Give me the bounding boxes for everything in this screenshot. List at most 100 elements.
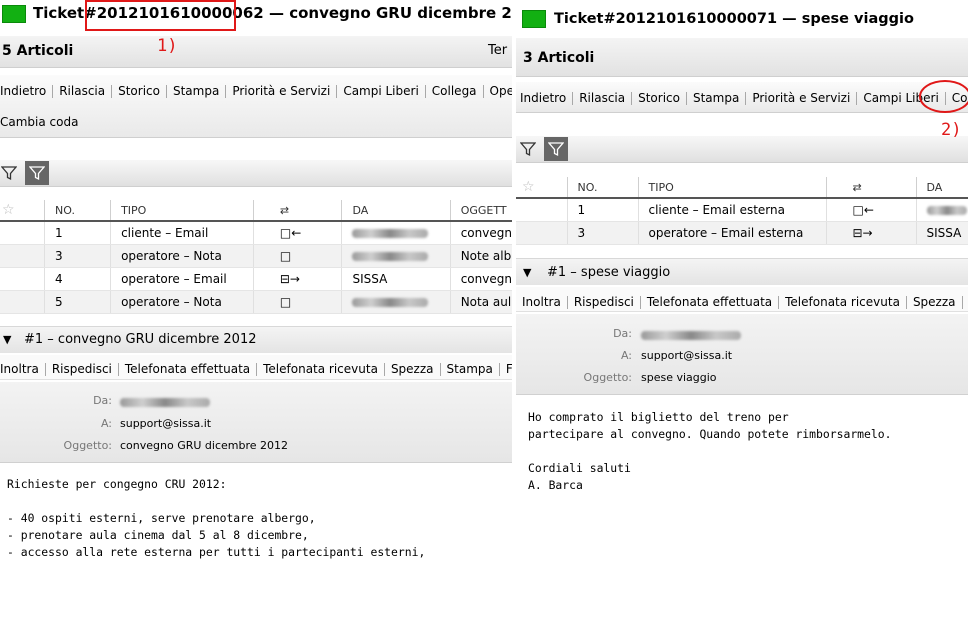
highlight-ellipse: [919, 80, 968, 113]
article-title: #1 – spese viaggio: [547, 265, 671, 280]
article-header[interactable]: ▼ #1 – convegno GRU dicembre 2012: [0, 326, 512, 353]
title-separator: —: [782, 11, 797, 27]
row-da: [341, 221, 451, 245]
ticket-subject: spese viaggio: [801, 11, 914, 27]
menu-item-operator[interactable]: Operator: [484, 85, 512, 98]
menu-item-rilascia[interactable]: Rilascia: [573, 92, 633, 105]
meta-da-label: Da:: [93, 394, 112, 407]
redacted-sender: [352, 252, 429, 261]
row-star: [0, 221, 45, 245]
article-menu-item-telefonata-ricevuta[interactable]: Telefonata ricevuta: [257, 363, 385, 376]
star-column-header[interactable]: ☆: [516, 177, 567, 199]
table-row[interactable]: 3 operatore – Email esterna ⊟→ SISSA: [516, 221, 968, 245]
filter-icon[interactable]: [0, 161, 21, 185]
menu-item-cambia-coda[interactable]: Cambia coda: [0, 115, 78, 129]
article-menu-item-inoltra[interactable]: Inoltra: [0, 363, 46, 376]
menu-item-campi-liberi[interactable]: Campi Liberi: [337, 85, 426, 98]
row-oggetto: Nota aul: [449, 290, 512, 314]
row-tipo: operatore – Email esterna: [637, 221, 826, 245]
ticket-title-prefix: Ticket#: [554, 11, 616, 27]
filter-active-icon[interactable]: [25, 161, 49, 185]
col-no-header[interactable]: NO.: [566, 177, 638, 199]
collapse-triangle-icon[interactable]: ▼: [523, 266, 531, 279]
row-no: 1: [44, 221, 111, 245]
meta-a-value: support@sissa.it: [641, 349, 733, 362]
col-oggetto-header[interactable]: OGGETT: [449, 200, 512, 222]
meta-a-value: support@sissa.it: [120, 417, 212, 430]
row-tipo: operatore – Nota: [110, 290, 254, 314]
article-menu: Inoltra Rispedisci Telefonata effettuata Te…: [0, 362, 512, 376]
star-column-header[interactable]: ☆: [0, 200, 45, 222]
col-no-header[interactable]: NO.: [44, 200, 111, 222]
meta-a-label: A:: [100, 417, 112, 430]
article-menu-item-rispedisci[interactable]: Rispedisci: [568, 296, 641, 309]
table-row[interactable]: 5 operatore – Nota □ Nota aul: [0, 290, 512, 314]
table-row[interactable]: 3 operatore – Nota □ Note alb: [0, 244, 512, 268]
article-menu-item-telefonata-effettuata[interactable]: Telefonata effettuata: [119, 363, 258, 376]
article-menu-item-stam[interactable]: Stam: [963, 296, 968, 309]
row-direction-icon: □: [252, 244, 342, 268]
row-da: [915, 198, 968, 222]
row-no: 1: [566, 198, 638, 222]
col-da-header[interactable]: DA: [341, 200, 451, 222]
ticket-menu: Indietro Rilascia Storico Stampa Priorità e …: [0, 84, 512, 98]
menu-item-indietro[interactable]: Indietro: [516, 92, 574, 105]
article-menu-bar: Inoltra Rispedisci Telefonata effettuata Te…: [516, 287, 968, 312]
ticket-menu-bar: Indietro Rilascia Storico Stampa Priorità e …: [516, 82, 968, 113]
table-row[interactable]: 4 operatore – Email ⊟→ SISSA convegn: [0, 267, 512, 291]
article-body: Ho comprato il biglietto del treno per p…: [528, 410, 892, 492]
row-tipo: operatore – Nota: [110, 244, 254, 268]
article-menu-item-spezza[interactable]: Spezza: [385, 363, 441, 376]
menu-item-stampa[interactable]: Stampa: [687, 92, 747, 105]
article-menu-item-inoltra[interactable]: Inoltra: [516, 296, 568, 309]
article-meta: Da: A: support@sissa.it Oggetto: spese v…: [516, 314, 968, 395]
menu-item-stampa[interactable]: Stampa: [167, 85, 227, 98]
meta-oggetto-value: spese viaggio: [641, 371, 717, 384]
meta-da-value: [641, 328, 741, 341]
article-menu-item-telefonata-effettuata[interactable]: Telefonata effettuata: [641, 296, 780, 309]
article-meta: Da: A: support@sissa.it Oggetto: convegn…: [0, 382, 512, 463]
article-title: #1 – convegno GRU dicembre 2012: [24, 332, 257, 347]
meta-oggetto-value: convegno GRU dicembre 2012: [120, 439, 289, 452]
col-tipo-header[interactable]: TIPO: [110, 200, 254, 222]
row-star: [516, 198, 567, 222]
menu-item-priorità-e-servizi[interactable]: Priorità e Servizi: [226, 85, 338, 98]
menu-item-storico[interactable]: Storico: [632, 92, 687, 105]
ticket-menu-bar: Indietro Rilascia Storico Stampa Priorità e …: [0, 75, 512, 138]
right-ticket-panel: Ticket#2012101610000071 — spese viaggio …: [516, 0, 968, 624]
filter-icon[interactable]: [516, 137, 540, 161]
redacted-sender: [926, 206, 967, 215]
row-tipo: cliente – Email: [110, 221, 254, 245]
annotation-2: 2): [941, 120, 962, 140]
col-tipo-header[interactable]: TIPO: [637, 177, 826, 199]
table-row[interactable]: 1 cliente – Email □← convegn: [0, 221, 512, 245]
menu-item-storico[interactable]: Storico: [112, 85, 167, 98]
article-header[interactable]: ▼ #1 – spese viaggio: [516, 258, 968, 285]
col-direction-header[interactable]: ⇄: [252, 200, 342, 222]
article-menu-bar: Inoltra Rispedisci Telefonata effettuata Te…: [0, 355, 512, 380]
row-tipo: operatore – Email: [110, 267, 254, 291]
ticket-title-bar: Ticket#2012101610000071 — spese viaggio: [516, 0, 968, 30]
row-direction-icon: ⊟→: [825, 221, 916, 245]
table-row[interactable]: 1 cliente – Email esterna □←: [516, 198, 968, 222]
row-oggetto: convegn: [449, 221, 512, 245]
ticket-title-bar: Ticket#2012101610000062 — convegno GRU d…: [0, 0, 512, 30]
article-menu-item-stampa[interactable]: Stampa: [441, 363, 500, 376]
ticket-subject: convegno GRU dicembre 2012: [289, 4, 512, 22]
menu-item-collega[interactable]: Collega: [426, 85, 484, 98]
meta-a-label: A:: [620, 349, 632, 362]
collapse-triangle-icon[interactable]: ▼: [3, 333, 11, 346]
article-menu-item-format[interactable]: Format: [500, 363, 512, 376]
col-da-header[interactable]: DA: [915, 177, 968, 199]
col-direction-header[interactable]: ⇄: [825, 177, 916, 199]
menu-item-rilascia[interactable]: Rilascia: [53, 85, 113, 98]
article-menu-item-rispedisci[interactable]: Rispedisci: [46, 363, 119, 376]
menu-item-indietro[interactable]: Indietro: [0, 85, 54, 98]
article-menu-item-telefonata-ricevuta[interactable]: Telefonata ricevuta: [779, 296, 907, 309]
filter-active-icon[interactable]: [544, 137, 568, 161]
article-menu-item-spezza[interactable]: Spezza: [907, 296, 963, 309]
row-direction-icon: □←: [825, 198, 916, 222]
row-star: [0, 290, 45, 314]
menu-item-priorità-e-servizi[interactable]: Priorità e Servizi: [746, 92, 858, 105]
title-separator: —: [268, 4, 284, 22]
